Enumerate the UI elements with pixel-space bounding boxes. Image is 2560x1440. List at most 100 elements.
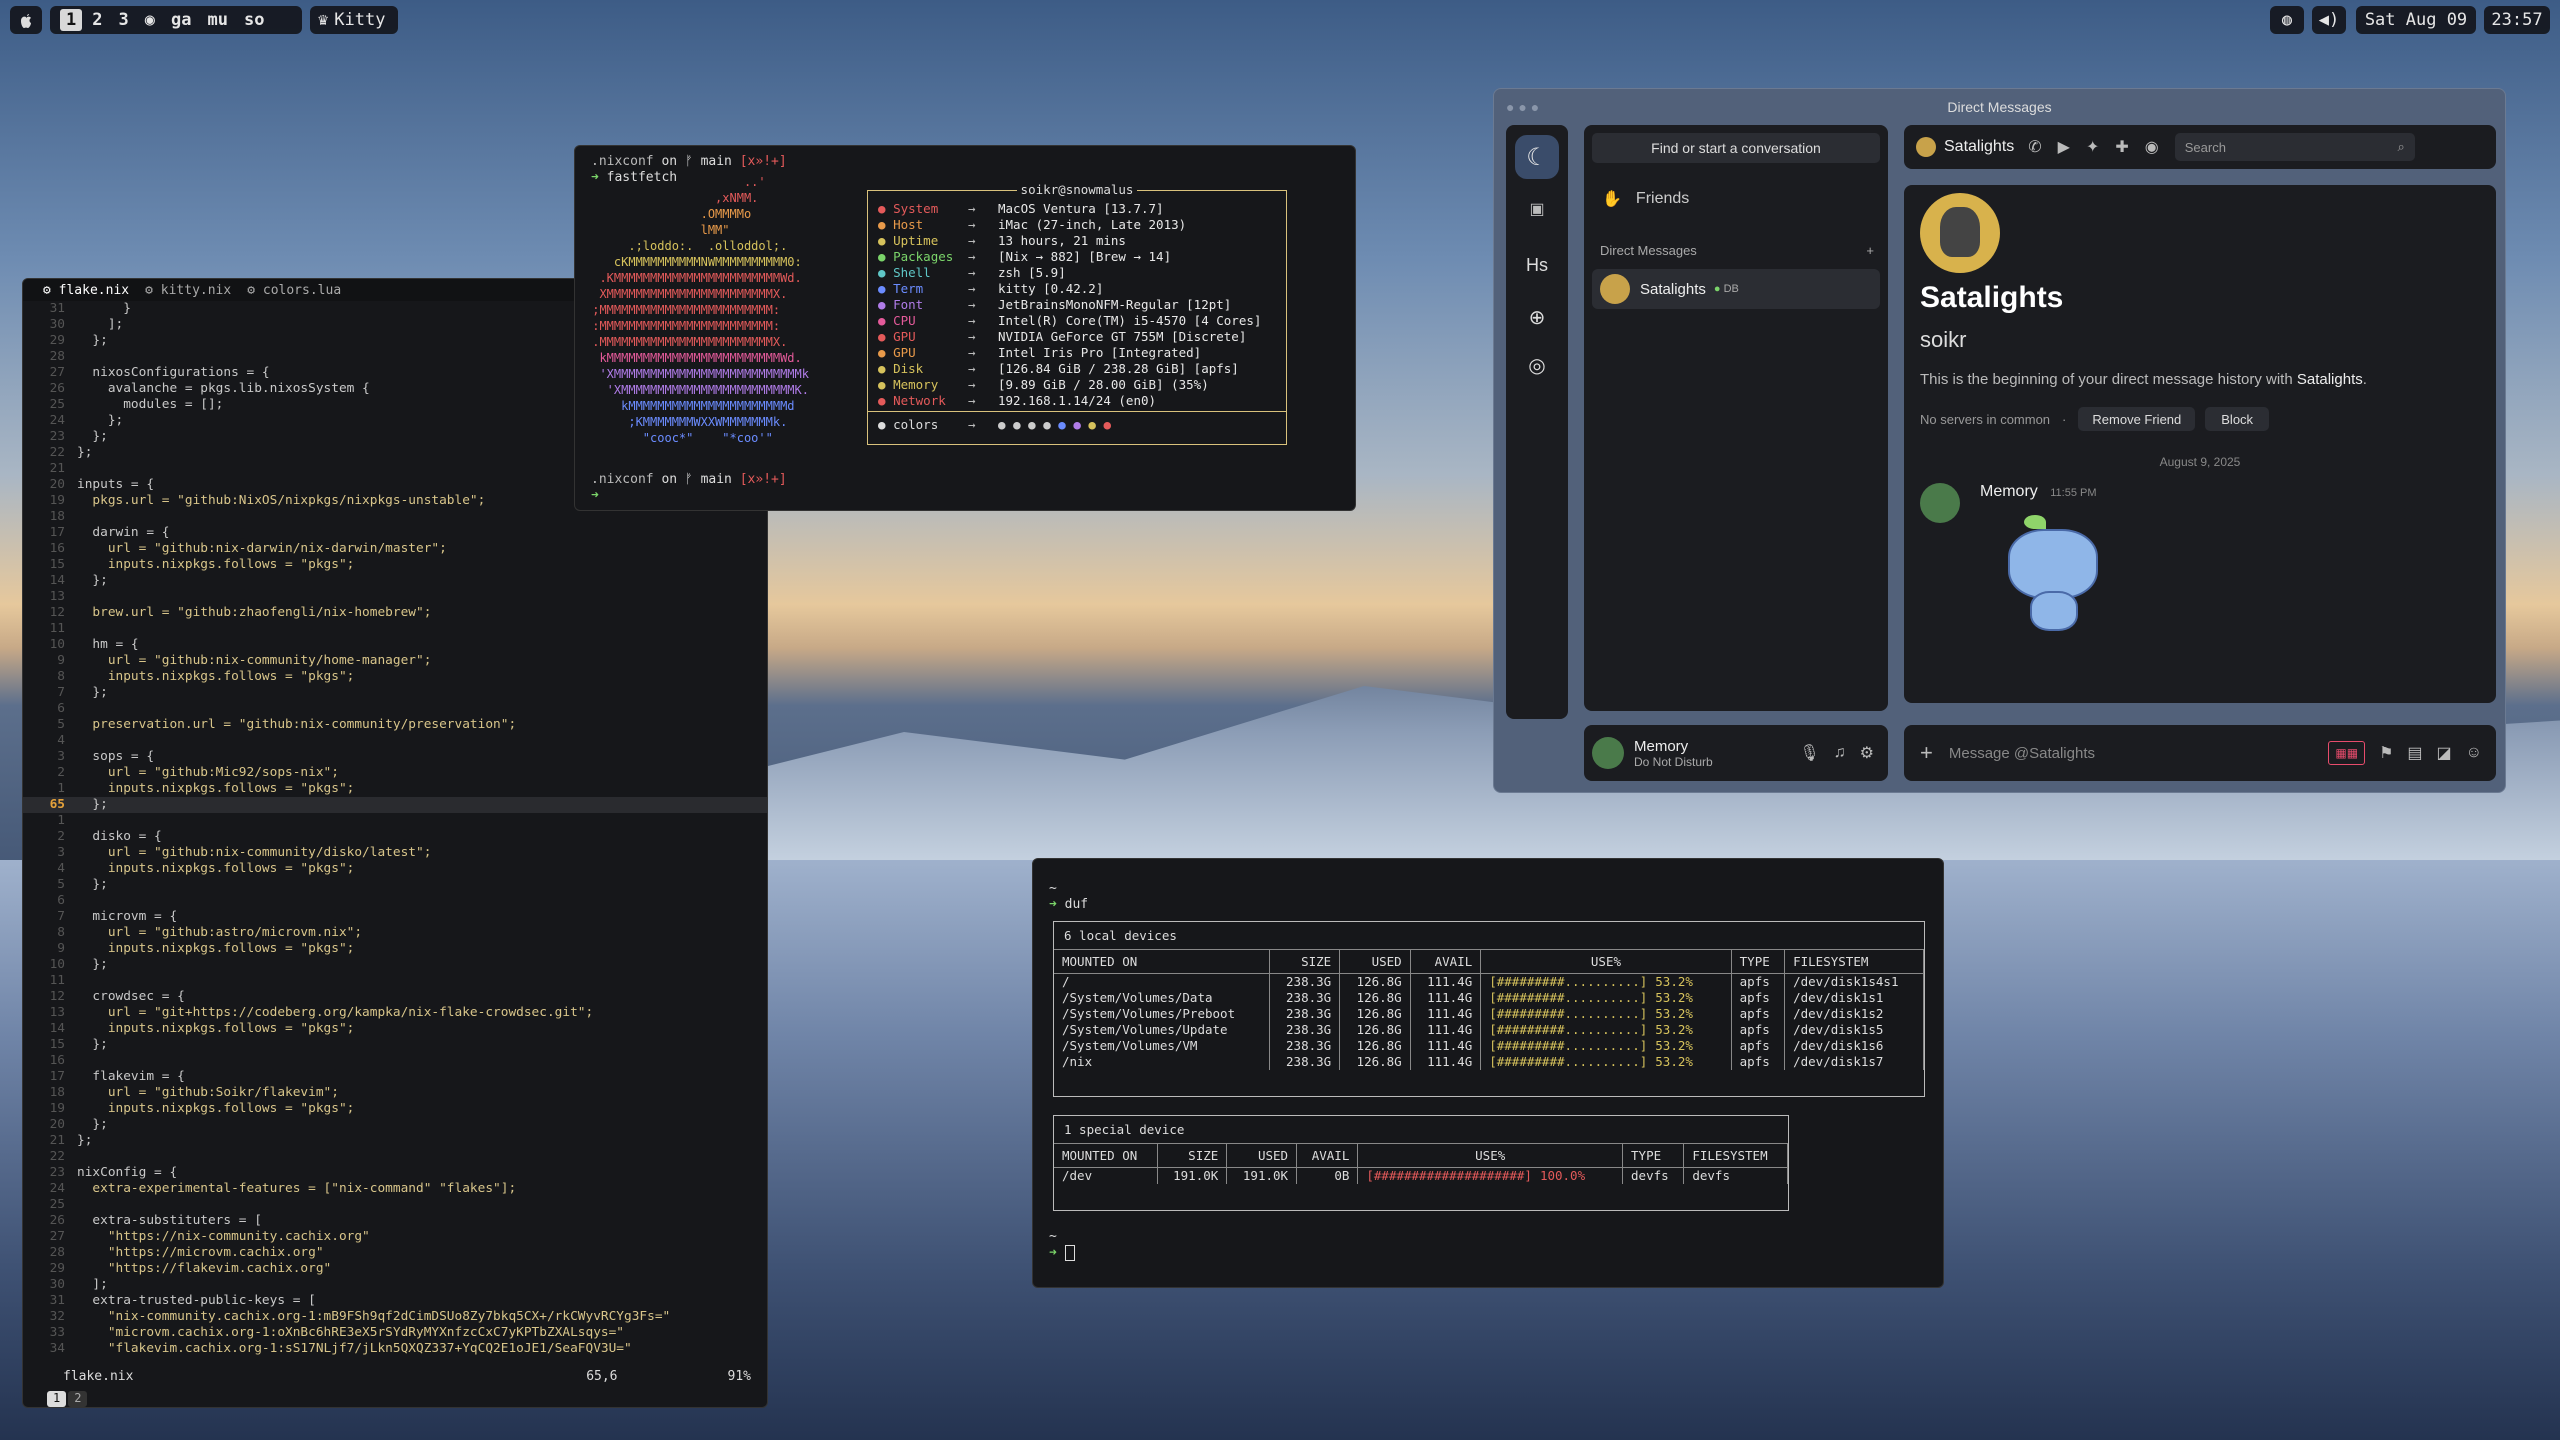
active-app-indicator[interactable]: ♛ Kitty: [310, 6, 398, 34]
home-button[interactable]: ☾: [1515, 135, 1559, 179]
code-line[interactable]: 5 };: [23, 877, 767, 893]
code-line[interactable]: 10 hm = {: [23, 637, 767, 653]
remove-friend-button[interactable]: Remove Friend: [2078, 407, 2196, 431]
code-line[interactable]: 34 "flakevim.cachix.org-1:sS17NLjf7/jLkn…: [23, 1341, 767, 1357]
code-line[interactable]: 16 url = "github:nix-darwin/nix-darwin/m…: [23, 541, 767, 557]
workspace-ga[interactable]: ga: [165, 9, 197, 31]
code-line[interactable]: 14 inputs.nixpkgs.follows = "pkgs";: [23, 1021, 767, 1037]
code-line[interactable]: 8 url = "github:astro/microvm.nix";: [23, 925, 767, 941]
code-line[interactable]: 21};: [23, 1133, 767, 1149]
code-line[interactable]: 31 extra-trusted-public-keys = [: [23, 1293, 767, 1309]
server-hs[interactable]: Hs: [1515, 245, 1559, 285]
apple-menu-button[interactable]: [10, 6, 42, 34]
add-server-button[interactable]: ⊕: [1515, 297, 1559, 337]
code-line[interactable]: 1 inputs.nixpkgs.follows = "pkgs";: [23, 781, 767, 797]
code-line[interactable]: 27 "https://nix-community.cachix.org": [23, 1229, 767, 1245]
code-line[interactable]: 15 inputs.nixpkgs.follows = "pkgs";: [23, 557, 767, 573]
call-icon[interactable]: ✆: [2028, 137, 2041, 157]
user-avatar[interactable]: [1592, 737, 1624, 769]
code-line[interactable]: 14 };: [23, 573, 767, 589]
find-conversation-input[interactable]: Find or start a conversation: [1592, 133, 1880, 163]
search-input[interactable]: Search ⌕: [2174, 133, 2415, 161]
code-line[interactable]: 18: [23, 509, 767, 525]
buffer-1[interactable]: 1: [47, 1391, 67, 1407]
code-line[interactable]: 11: [23, 973, 767, 989]
message-avatar[interactable]: [1920, 483, 1960, 523]
code-line[interactable]: 9 url = "github:nix-community/home-manag…: [23, 653, 767, 669]
code-line[interactable]: 28 "https://microvm.cachix.org": [23, 1245, 767, 1261]
explore-button[interactable]: ◎: [1515, 345, 1559, 385]
code-line[interactable]: 5 preservation.url = "github:nix-communi…: [23, 717, 767, 733]
code-line[interactable]: 10 };: [23, 957, 767, 973]
code-line[interactable]: 16: [23, 1053, 767, 1069]
code-line[interactable]: 3 url = "github:nix-community/disko/late…: [23, 845, 767, 861]
attach-icon[interactable]: +: [1920, 740, 1933, 766]
notification-button[interactable]: ◍: [2270, 6, 2304, 34]
workspace-1[interactable]: 1: [60, 9, 83, 31]
code-line[interactable]: 9 inputs.nixpkgs.follows = "pkgs";: [23, 941, 767, 957]
message-author[interactable]: Memory: [1980, 483, 2038, 500]
code-line[interactable]: 7 microvm = {: [23, 909, 767, 925]
buffer-2[interactable]: 2: [68, 1391, 88, 1407]
code-line[interactable]: 29 "https://flakevim.cachix.org": [23, 1261, 767, 1277]
code-line[interactable]: 24 extra-experimental-features = ["nix-c…: [23, 1181, 767, 1197]
code-line[interactable]: 17 flakevim = {: [23, 1069, 767, 1085]
discord-window[interactable]: ● ● ● Direct Messages ☾ ▣ Hs ⊕ ◎ Find or…: [1493, 88, 2506, 793]
workspace-so[interactable]: so: [238, 9, 270, 31]
profile-icon[interactable]: ◉: [2145, 137, 2159, 157]
message-input[interactable]: Message @Satalights: [1949, 745, 2095, 762]
code-line[interactable]: 13 url = "git+https://codeberg.org/kampk…: [23, 1005, 767, 1021]
code-line[interactable]: 32 "nix-community.cachix.org-1:mB9FSh9qf…: [23, 1309, 767, 1325]
code-line[interactable]: 23 nixConfig = {: [23, 1165, 767, 1181]
code-line[interactable]: 8 inputs.nixpkgs.follows = "pkgs";: [23, 669, 767, 685]
code-line[interactable]: 6: [23, 701, 767, 717]
code-line[interactable]: 17 darwin = {: [23, 525, 767, 541]
block-button[interactable]: Block: [2205, 407, 2270, 431]
code-line[interactable]: 11: [23, 621, 767, 637]
sticker-image[interactable]: [2000, 515, 2110, 645]
code-line[interactable]: 7 };: [23, 685, 767, 701]
code-line[interactable]: 65 };: [23, 797, 767, 813]
add-dm-icon[interactable]: +: [1866, 243, 1874, 258]
sticker-icon[interactable]: ◪: [2437, 743, 2452, 763]
code-line[interactable]: 33 "microvm.cachix.org-1:oXnBc6hRE3eX5rS…: [23, 1325, 767, 1341]
inbox-button[interactable]: ▣: [1515, 189, 1559, 229]
code-line[interactable]: 2 url = "github:Mic92/sops-nix";: [23, 765, 767, 781]
code-line[interactable]: 4: [23, 733, 767, 749]
code-line[interactable]: 26 extra-substituters = [: [23, 1213, 767, 1229]
gear-icon[interactable]: ⚙: [1860, 743, 1874, 763]
code-line[interactable]: 19 inputs.nixpkgs.follows = "pkgs";: [23, 1101, 767, 1117]
gift-icon[interactable]: ⚑: [2379, 743, 2393, 763]
add-friend-icon[interactable]: ✚: [2115, 137, 2128, 157]
code-line[interactable]: 12 crowdsec = {: [23, 989, 767, 1005]
code-line[interactable]: 1: [23, 813, 767, 829]
message-composer[interactable]: + Message @Satalights ▦▦ ⚑ ▤ ◪ ☺: [1904, 725, 2496, 781]
code-line[interactable]: 20 };: [23, 1117, 767, 1133]
gif-icon[interactable]: ▤: [2407, 743, 2422, 763]
volume-button[interactable]: ◀): [2312, 6, 2346, 34]
duf-terminal[interactable]: ~ ➜ duf 6 local devices MOUNTED ON SIZE US…: [1032, 858, 1944, 1288]
code-line[interactable]: 4 inputs.nixpkgs.follows = "pkgs";: [23, 861, 767, 877]
dm-item-satalights[interactable]: Satalights ● DB: [1592, 269, 1880, 309]
code-line[interactable]: 13: [23, 589, 767, 605]
code-line[interactable]: 2 disko = {: [23, 829, 767, 845]
code-line[interactable]: 15 };: [23, 1037, 767, 1053]
friends-item[interactable]: ✋ Friends: [1602, 189, 1689, 209]
fastfetch-terminal[interactable]: .nixconf on ᚠ main [x»!+] ➜ fastfetch ..…: [574, 145, 1356, 511]
video-icon[interactable]: ▶: [2058, 137, 2070, 157]
keyboard-icon[interactable]: ▦▦: [2328, 741, 2366, 765]
headphones-icon[interactable]: ♫: [1834, 744, 1846, 762]
tab-colors-lua[interactable]: ⚙ colors.lua: [247, 283, 341, 298]
tab-flake-nix[interactable]: ⚙ flake.nix: [43, 283, 129, 298]
code-line[interactable]: 12 brew.url = "github:zhaofengli/nix-hom…: [23, 605, 767, 621]
workspace-mu[interactable]: mu: [201, 9, 233, 31]
workspace-3[interactable]: 3: [113, 9, 135, 31]
code-line[interactable]: 6: [23, 893, 767, 909]
code-line[interactable]: 3 sops = {: [23, 749, 767, 765]
workspace-2[interactable]: 2: [86, 9, 108, 31]
traffic-lights[interactable]: ● ● ●: [1506, 89, 1539, 125]
code-line[interactable]: 25: [23, 1197, 767, 1213]
code-line[interactable]: 30 ];: [23, 1277, 767, 1293]
tab-kitty-nix[interactable]: ⚙ kitty.nix: [145, 283, 231, 298]
mic-icon[interactable]: 🎙︎: [1799, 743, 1819, 763]
